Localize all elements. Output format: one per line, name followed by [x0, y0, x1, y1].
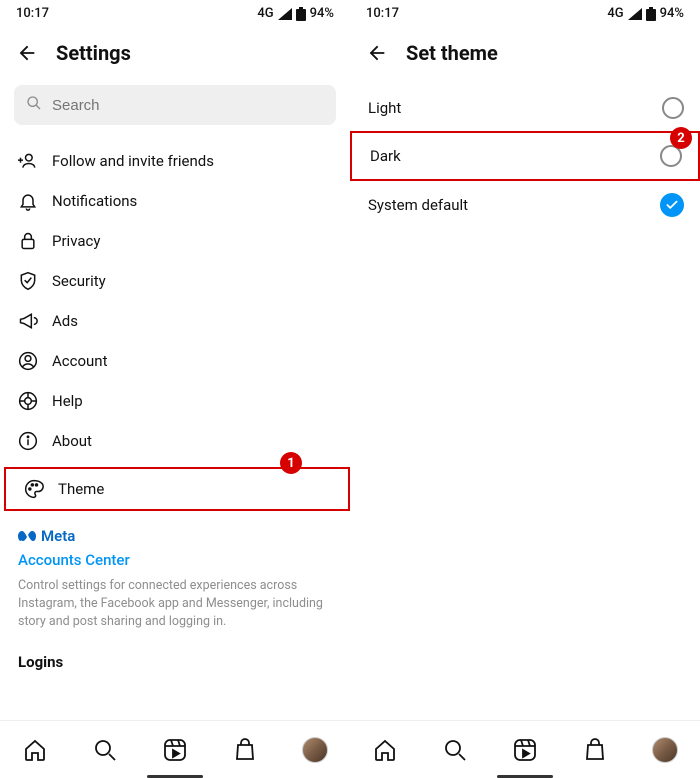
screen-settings: 10:17 4G 94% Settings	[0, 0, 350, 740]
header: Set theme	[350, 25, 700, 79]
settings-item-follow[interactable]: Follow and invite friends	[0, 141, 350, 181]
avatar-icon	[302, 737, 328, 763]
nav-reels-icon[interactable]	[162, 737, 188, 763]
status-time: 10:17	[16, 6, 49, 21]
theme-options-list: Light Dark System default	[350, 79, 700, 235]
nav-home-icon[interactable]	[22, 737, 48, 763]
page-title: Settings	[56, 41, 131, 65]
theme-option-system-default[interactable]: System default	[350, 181, 700, 229]
meta-brand-label: Meta	[41, 527, 75, 545]
item-label: Help	[52, 392, 83, 410]
nav-shop-icon[interactable]	[582, 737, 608, 763]
info-icon	[18, 431, 38, 451]
item-label: About	[52, 432, 92, 450]
status-bar: 10:17 4G 94%	[350, 0, 700, 25]
status-network-label: 4G	[607, 6, 623, 21]
battery-icon	[646, 7, 656, 21]
header: Settings	[0, 25, 350, 79]
meta-logo: Meta	[18, 527, 332, 545]
annotation-badge-1: 1	[280, 452, 302, 474]
bottom-nav	[0, 720, 700, 778]
account-icon	[18, 351, 38, 371]
status-battery-percent: 94%	[310, 6, 334, 21]
nav-search-icon[interactable]	[442, 737, 468, 763]
annotation-badge-2: 2	[670, 127, 692, 149]
theme-option-dark[interactable]: Dark	[350, 131, 700, 181]
shield-icon	[18, 271, 38, 291]
battery-icon	[296, 7, 306, 21]
status-battery-percent: 94%	[660, 6, 684, 21]
nav-search-icon[interactable]	[92, 737, 118, 763]
nav-shop-icon[interactable]	[232, 737, 258, 763]
help-icon	[18, 391, 38, 411]
back-icon[interactable]	[366, 42, 388, 64]
item-label: Theme	[58, 480, 104, 498]
avatar-icon	[652, 737, 678, 763]
item-label: Ads	[52, 312, 78, 330]
settings-item-account[interactable]: Account	[0, 341, 350, 381]
megaphone-icon	[18, 311, 38, 331]
settings-item-security[interactable]: Security	[0, 261, 350, 301]
item-label: Privacy	[52, 232, 100, 250]
nav-home-icon[interactable]	[372, 737, 398, 763]
item-label: Follow and invite friends	[52, 152, 214, 170]
option-label: Light	[368, 99, 401, 117]
annotation-highlight-1: Theme	[4, 467, 350, 511]
radio-checked-icon[interactable]	[660, 193, 684, 217]
logins-heading: Logins	[0, 653, 350, 691]
bell-icon	[18, 191, 38, 211]
signal-icon	[628, 8, 642, 20]
meta-description: Control settings for connected experienc…	[18, 577, 332, 631]
settings-item-ads[interactable]: Ads	[0, 301, 350, 341]
accounts-center-link[interactable]: Accounts Center	[18, 551, 332, 569]
screen-set-theme: 10:17 4G 94% Set theme Light	[350, 0, 700, 740]
page-title: Set theme	[406, 41, 498, 65]
settings-item-privacy[interactable]: Privacy	[0, 221, 350, 261]
item-label: Security	[52, 272, 106, 290]
palette-icon	[24, 479, 44, 499]
search-input[interactable]	[14, 85, 336, 125]
option-label: System default	[368, 196, 468, 214]
item-label: Account	[52, 352, 108, 370]
theme-option-light[interactable]: Light	[350, 85, 700, 131]
settings-item-notifications[interactable]: Notifications	[0, 181, 350, 221]
search-field[interactable]	[52, 97, 324, 114]
back-icon[interactable]	[16, 42, 38, 64]
bottom-nav-left	[0, 721, 350, 778]
lock-icon	[18, 231, 38, 251]
option-label: Dark	[370, 147, 401, 165]
nav-profile-avatar[interactable]	[302, 737, 328, 763]
nav-profile-avatar[interactable]	[652, 737, 678, 763]
status-time: 10:17	[366, 6, 399, 21]
status-bar: 10:17 4G 94%	[0, 0, 350, 25]
settings-item-theme[interactable]: Theme	[6, 469, 348, 509]
bottom-nav-right	[350, 721, 700, 778]
settings-item-help[interactable]: Help	[0, 381, 350, 421]
meta-section: Meta Accounts Center Control settings fo…	[0, 511, 350, 653]
person-add-icon	[18, 151, 38, 171]
signal-icon	[278, 8, 292, 20]
radio-unchecked-icon[interactable]	[662, 97, 684, 119]
nav-reels-icon[interactable]	[512, 737, 538, 763]
search-icon	[26, 95, 42, 115]
item-label: Notifications	[52, 192, 137, 210]
status-network-label: 4G	[257, 6, 273, 21]
